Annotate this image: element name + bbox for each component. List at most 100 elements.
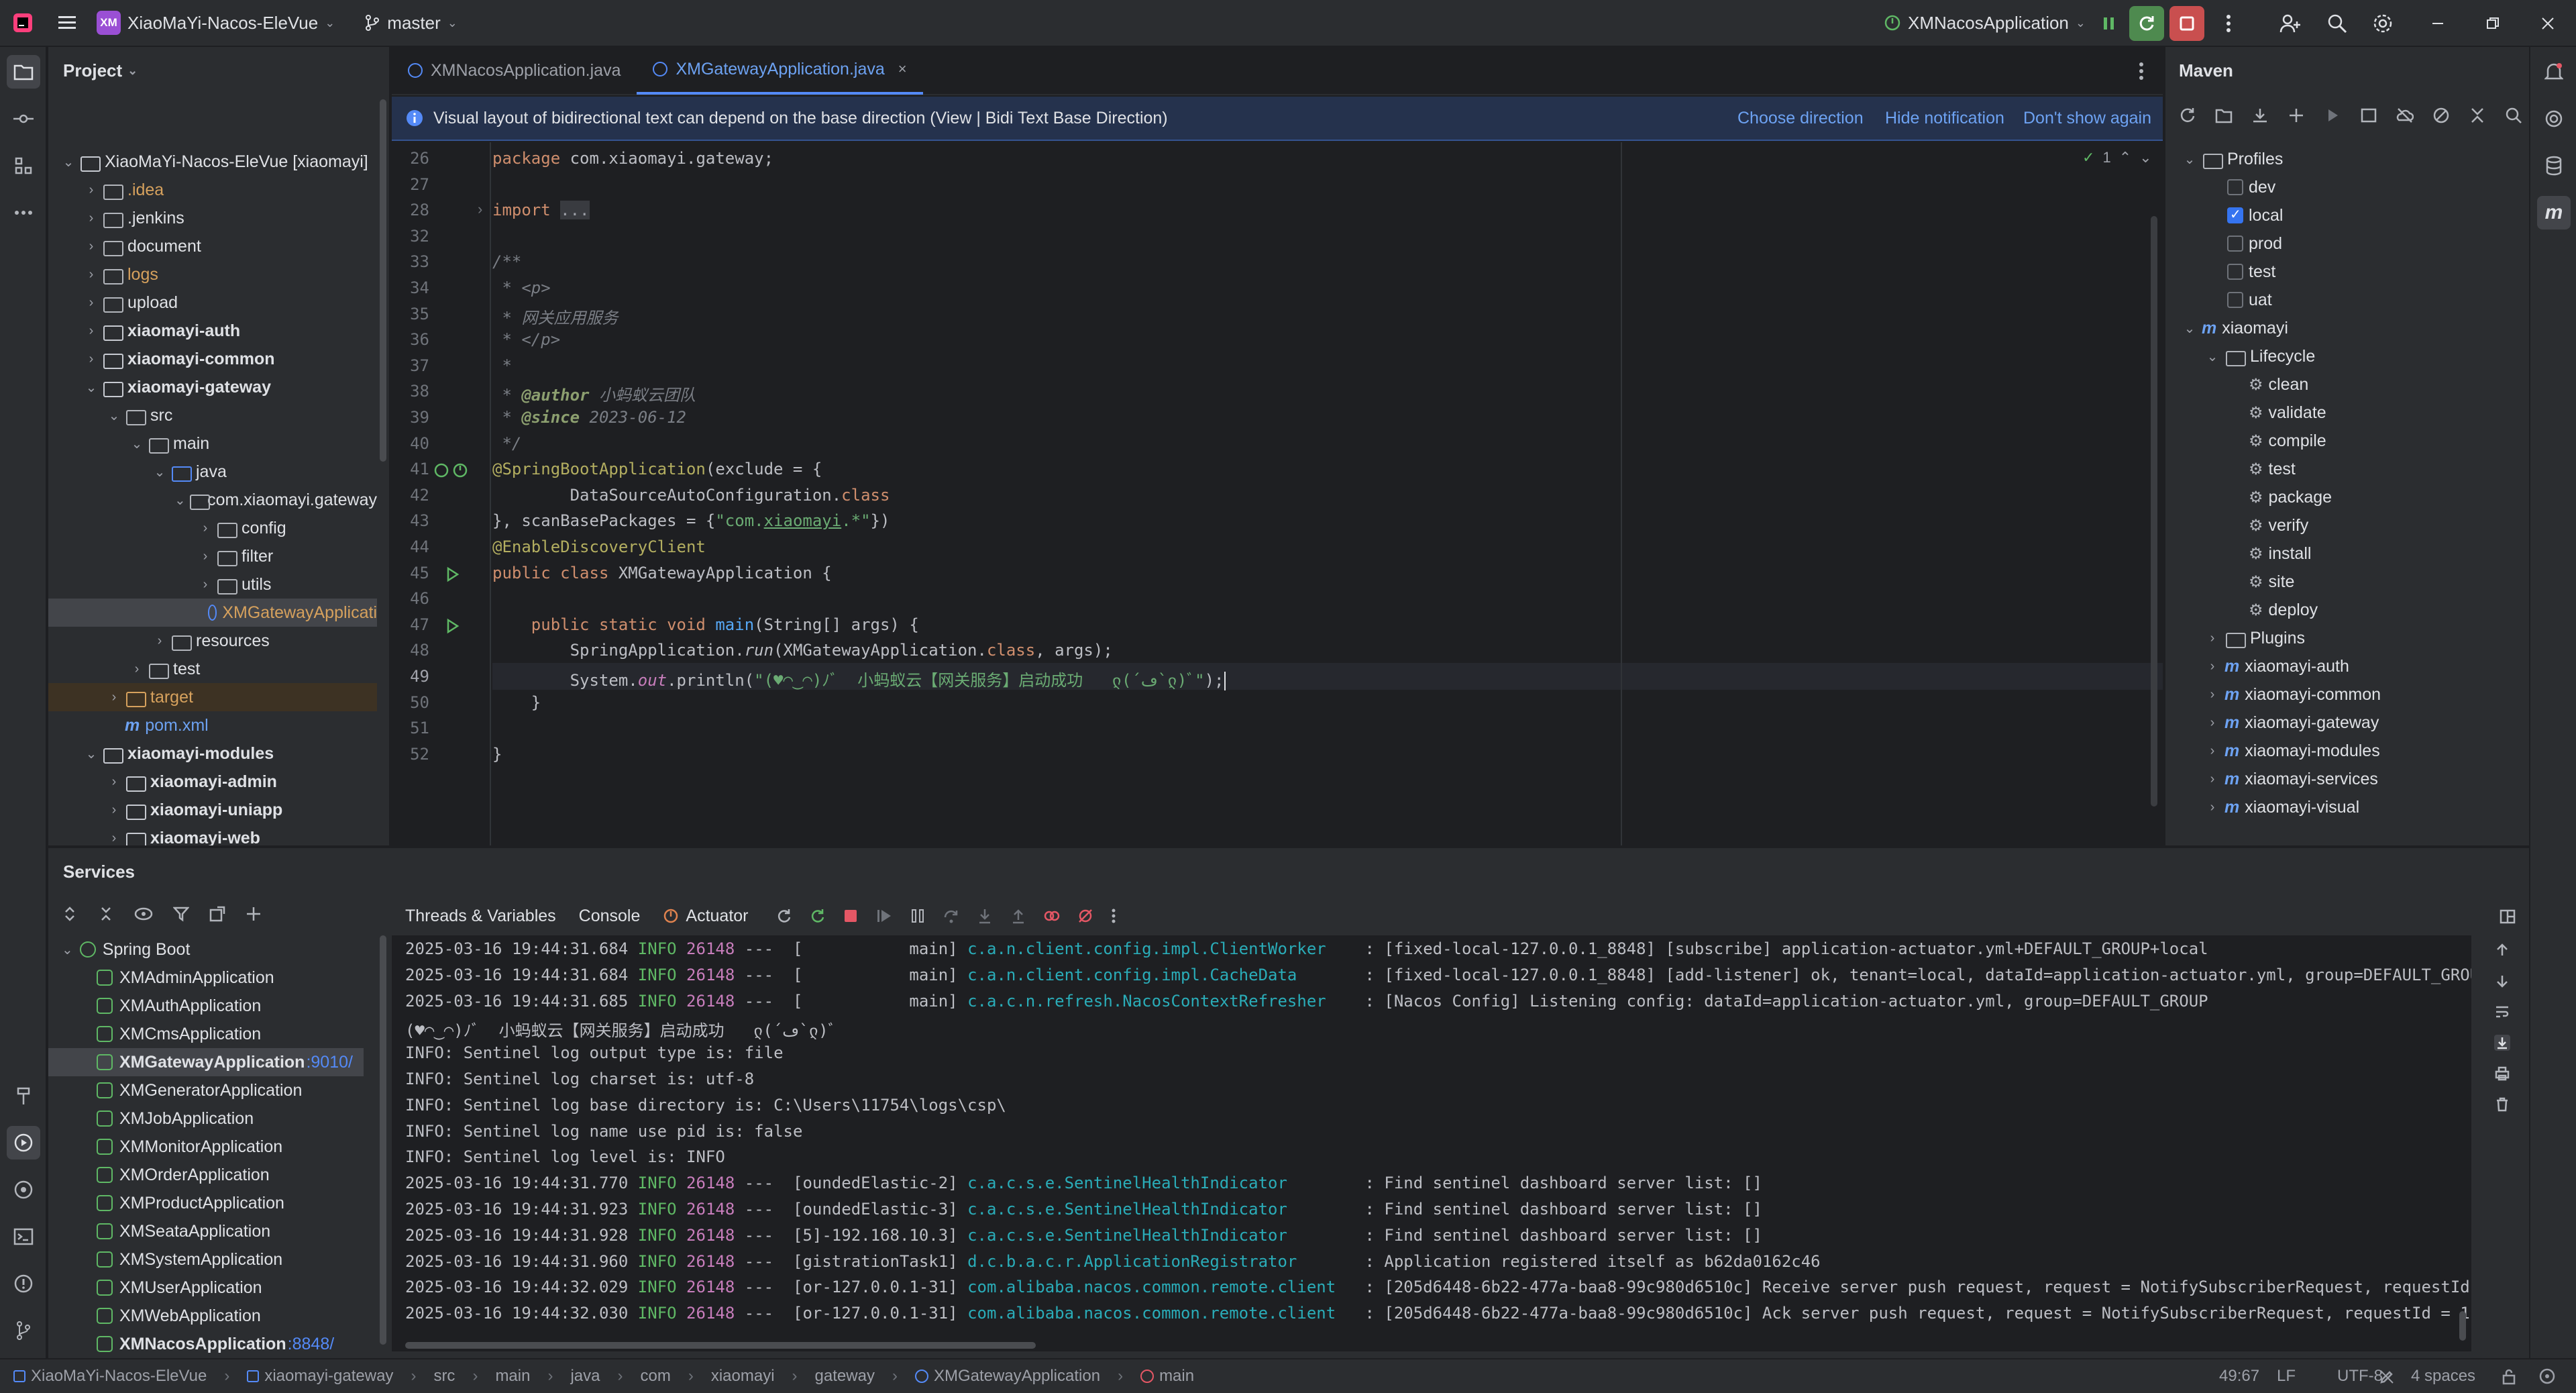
- project-tree-item[interactable]: › .idea: [48, 176, 377, 204]
- maven-profile-item[interactable]: local: [2227, 201, 2283, 229]
- commit-tool-icon[interactable]: [7, 102, 40, 136]
- chevron-down-icon[interactable]: ⌄: [62, 941, 73, 958]
- breadcrumb-item[interactable]: xiaomayi-gateway: [247, 1367, 393, 1386]
- close-tab-icon[interactable]: ×: [898, 60, 907, 78]
- new-tab-icon[interactable]: [209, 906, 225, 922]
- git-tool-icon[interactable]: [7, 1314, 40, 1347]
- maven-lifecycle-goal[interactable]: ⚙ site: [2249, 568, 2294, 596]
- maven-profiles-node[interactable]: ⌄ Profiles: [2183, 145, 2283, 173]
- scroll-to-end-icon[interactable]: [2494, 1035, 2510, 1051]
- project-tree-item[interactable]: › xiaomayi-auth: [48, 317, 377, 345]
- scrollbar[interactable]: [380, 99, 386, 462]
- project-tree-item[interactable]: › xiaomayi-web: [48, 824, 377, 845]
- chevron-right-icon[interactable]: ›: [106, 803, 122, 818]
- breadcrumb-item[interactable]: xiaomayi: [711, 1367, 775, 1386]
- chevron-up-icon[interactable]: ⌃: [2119, 149, 2131, 166]
- services-tool-icon[interactable]: [7, 1126, 40, 1159]
- analyze-icon[interactable]: [2505, 107, 2522, 124]
- terminal-tool-icon[interactable]: [7, 1220, 40, 1253]
- project-tree-item[interactable]: › document: [48, 232, 377, 260]
- mute-breakpoints-icon[interactable]: [1077, 908, 1093, 924]
- chevron-down-icon[interactable]: ⌄: [174, 492, 186, 509]
- reload-icon[interactable]: [2179, 107, 2196, 124]
- profile-checkbox[interactable]: [2227, 179, 2243, 195]
- chevron-down-icon[interactable]: ⌄: [2183, 151, 2196, 168]
- maven-profile-item[interactable]: dev: [2227, 173, 2275, 201]
- maven-module-node[interactable]: › m xiaomayi-gateway: [2206, 709, 2379, 737]
- chevron-right-icon[interactable]: ›: [83, 211, 99, 226]
- breadcrumb-item[interactable]: gateway: [815, 1367, 875, 1386]
- fold-icon[interactable]: ›: [478, 201, 482, 218]
- step-over-icon[interactable]: [943, 908, 959, 924]
- breadcrumb-item[interactable]: main: [495, 1367, 530, 1386]
- maven-lifecycle-goal[interactable]: ⚙ validate: [2249, 399, 2326, 427]
- chevron-down-icon[interactable]: ⌄: [152, 464, 168, 480]
- breadcrumb-item[interactable]: XMGatewayApplication: [914, 1367, 1100, 1386]
- chevron-right-icon[interactable]: ›: [83, 267, 99, 282]
- restore-icon[interactable]: [2475, 6, 2510, 41]
- service-item[interactable]: XMProductApplication: [48, 1189, 364, 1217]
- service-port-link[interactable]: :8848/: [288, 1335, 335, 1354]
- maven-profile-item[interactable]: uat: [2227, 286, 2272, 314]
- project-switcher[interactable]: XM XiaoMaYi-Nacos-EleVue ⌄: [97, 11, 335, 35]
- stop-icon[interactable]: [2169, 6, 2204, 41]
- service-item[interactable]: XMCmsApplication: [48, 1020, 364, 1048]
- project-tree-item[interactable]: › upload: [48, 289, 377, 317]
- dont-show-again-link[interactable]: Don't show again: [2023, 109, 2151, 128]
- tab-actuator[interactable]: Actuator: [663, 907, 749, 926]
- chevron-right-icon[interactable]: ›: [2206, 687, 2219, 703]
- branch-switcher[interactable]: master ⌄: [364, 13, 458, 34]
- service-item[interactable]: XMOrderApplication: [48, 1161, 364, 1189]
- breadcrumb-item[interactable]: com: [641, 1367, 671, 1386]
- maven-module-node[interactable]: › m xiaomayi-visual: [2206, 793, 2359, 821]
- layout-icon[interactable]: [2500, 909, 2516, 925]
- chevron-down-icon[interactable]: ⌄: [106, 407, 122, 424]
- project-tree-item[interactable]: › resources: [48, 627, 377, 655]
- breadcrumb-item[interactable]: src: [433, 1367, 455, 1386]
- skip-tests-icon[interactable]: [2432, 107, 2450, 124]
- project-tree-item[interactable]: ⌄ java: [48, 458, 377, 486]
- notifications-status-icon[interactable]: [2538, 1368, 2556, 1385]
- readonly-toggle-icon[interactable]: [2379, 1369, 2395, 1385]
- profile-checkbox[interactable]: [2227, 206, 2243, 223]
- service-item[interactable]: XMAuthApplication: [48, 992, 364, 1020]
- service-item[interactable]: XMAdminApplication: [48, 964, 364, 992]
- project-tree-item[interactable]: ⌄ xiaomayi-gateway: [48, 373, 377, 401]
- download-icon[interactable]: [2251, 107, 2269, 124]
- chevron-down-icon[interactable]: ⌄: [83, 745, 99, 762]
- run-icon[interactable]: [2092, 6, 2127, 41]
- chevron-right-icon[interactable]: ›: [2206, 715, 2219, 731]
- problems-tool-icon[interactable]: [7, 1267, 40, 1300]
- resume-icon[interactable]: [876, 908, 892, 924]
- chevron-right-icon[interactable]: ›: [83, 352, 99, 367]
- step-into-icon[interactable]: [977, 908, 993, 924]
- filter-icon[interactable]: [173, 906, 189, 922]
- show-running-icon[interactable]: [134, 906, 153, 922]
- breadcrumb-item[interactable]: main: [1140, 1367, 1194, 1386]
- maven-lifecycle-goal[interactable]: ⚙ verify: [2249, 511, 2308, 539]
- service-item[interactable]: XMNacosApplication:8848/: [48, 1330, 364, 1358]
- plugins-tool-icon[interactable]: [7, 1173, 40, 1206]
- services-scrollbar[interactable]: [380, 935, 386, 1345]
- inspection-widget[interactable]: ✓ 1 ⌃ ⌄: [2082, 149, 2152, 166]
- editor-scrollbar[interactable]: [2151, 216, 2157, 807]
- project-panel-header[interactable]: Project ⌄: [48, 47, 389, 94]
- project-tree-item[interactable]: › utils: [48, 570, 377, 599]
- close-icon[interactable]: [2530, 6, 2565, 41]
- code-editor[interactable]: package com.xiaomayi.gateway; import ... /…: [492, 142, 2163, 845]
- collapse-all-icon[interactable]: [2469, 107, 2486, 124]
- service-item[interactable]: XMSystemApplication: [48, 1245, 364, 1274]
- project-tree-item[interactable]: ⌄ XiaoMaYi-Nacos-EleVue [xiaomayi]: [48, 148, 377, 176]
- chevron-right-icon[interactable]: ›: [197, 521, 213, 536]
- chevron-right-icon[interactable]: ›: [2206, 743, 2219, 759]
- editor-tab[interactable]: XMGatewayApplication.java ×: [637, 46, 923, 95]
- maven-profile-item[interactable]: prod: [2227, 229, 2282, 258]
- chevron-down-icon[interactable]: ⌄: [2206, 348, 2219, 365]
- search-icon[interactable]: [2320, 6, 2355, 41]
- choose-direction-link[interactable]: Choose direction: [1737, 109, 1864, 128]
- service-item[interactable]: XMJobApplication: [48, 1104, 364, 1133]
- build-tool-icon[interactable]: [7, 1079, 40, 1113]
- spring-bean-icon[interactable]: [433, 462, 468, 478]
- settings-icon[interactable]: [2365, 6, 2400, 41]
- service-item[interactable]: XMMonitorApplication: [48, 1133, 364, 1161]
